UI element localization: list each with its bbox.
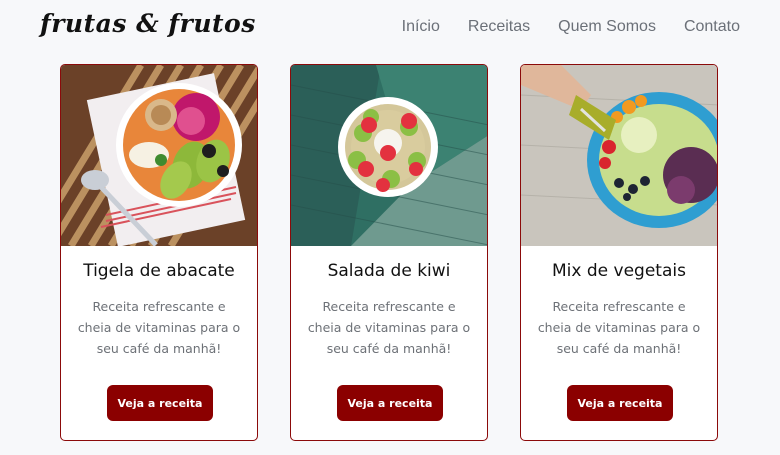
card-description: Receita refrescante e cheia de vitaminas… <box>537 299 701 356</box>
nav-links: Início Receitas Quem Somos Contato <box>402 18 740 36</box>
nav-link-contato[interactable]: Contato <box>684 18 740 36</box>
recipe-card-avocado-bowl: Tigela de abacate Receita refrescante e … <box>60 64 258 441</box>
card-description: Receita refrescante e cheia de vitaminas… <box>307 299 471 356</box>
card-title: Tigela de abacate <box>83 261 235 281</box>
card-description: Receita refrescante e cheia de vitaminas… <box>77 299 241 356</box>
nav-link-inicio[interactable]: Início <box>402 18 440 36</box>
view-recipe-button[interactable]: Veja a receita <box>337 385 443 421</box>
nav-link-receitas[interactable]: Receitas <box>468 18 530 36</box>
card-title: Salada de kiwi <box>327 261 451 281</box>
avocado-bowl-photo <box>61 65 257 246</box>
kiwi-salad-photo <box>291 65 487 246</box>
vegetable-mix-photo <box>521 65 717 246</box>
recipe-card-kiwi-salad: Salada de kiwi Receita refrescante e che… <box>290 64 488 441</box>
card-title: Mix de vegetais <box>552 261 686 281</box>
nav-link-quem-somos[interactable]: Quem Somos <box>558 18 656 36</box>
recipe-card-vegetable-mix: Mix de vegetais Receita refrescante e ch… <box>520 64 718 441</box>
navbar: frutas & frutos Início Receitas Quem Som… <box>0 0 780 56</box>
view-recipe-button[interactable]: Veja a receita <box>107 385 213 421</box>
view-recipe-button[interactable]: Veja a receita <box>567 385 673 421</box>
brand-logo[interactable]: frutas & frutos <box>40 9 256 38</box>
